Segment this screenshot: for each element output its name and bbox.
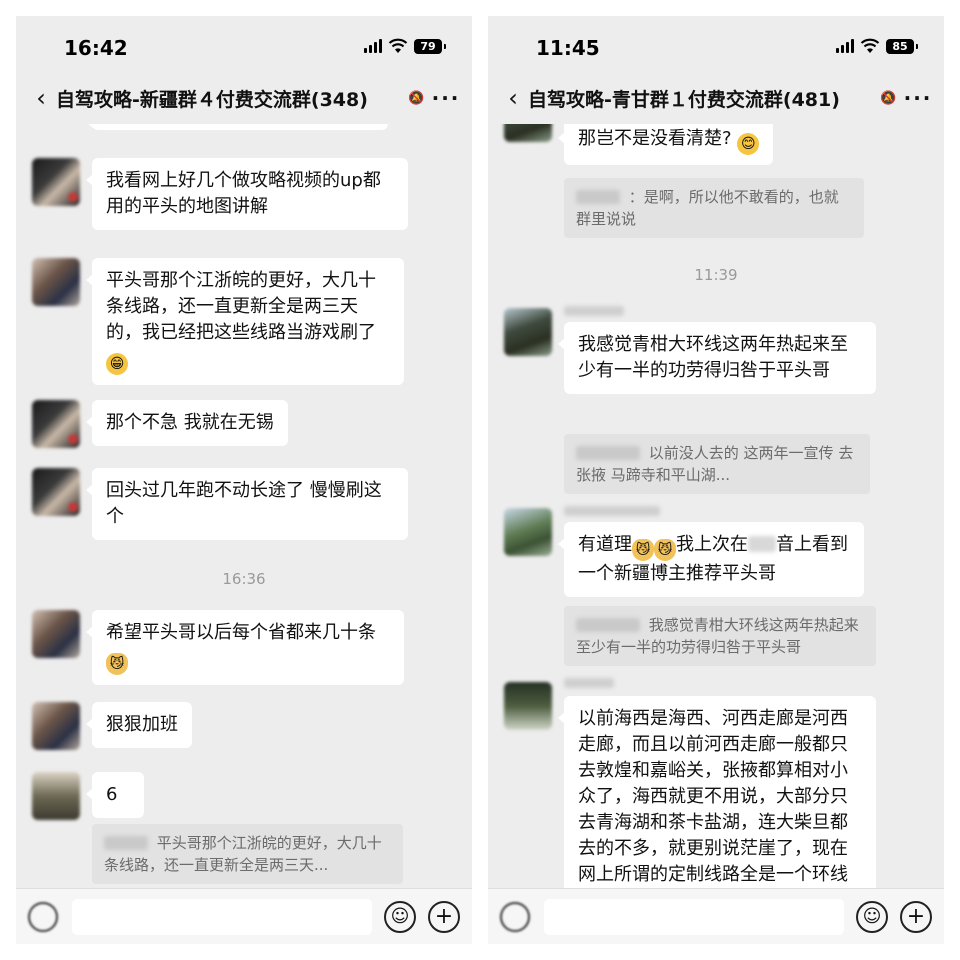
- wifi-icon: [388, 38, 408, 53]
- avatar[interactable]: [504, 508, 552, 556]
- cat-emoji-icon: 😼: [632, 539, 654, 561]
- status-bar: 16:42 79: [16, 16, 472, 76]
- blurred-nickname: [564, 306, 624, 316]
- emoji-button[interactable]: ☺: [856, 901, 888, 933]
- message-text: 那岂不是没看清楚?: [578, 128, 732, 149]
- message-bubble[interactable]: 我感觉青柑大环线这两年热起来至少有一半的功劳得归咎于平头哥: [558, 322, 876, 394]
- battery-icon: 85: [886, 38, 918, 54]
- message-input[interactable]: [544, 899, 844, 935]
- status-icons: 79: [364, 38, 446, 54]
- message-bubble[interactable]: 我看网上好几个做攻略视频的up都用的平头的地图讲解: [86, 158, 408, 230]
- smile-emoji-icon: 😊: [737, 133, 760, 155]
- avatar[interactable]: [504, 308, 552, 356]
- message-text: 希望平头哥以后每个省都来几十条: [106, 622, 376, 643]
- message-list[interactable]: 我看网上好几个做攻略视频的up都用的平头的地图讲解 平头哥那个江浙皖的更好，大几…: [16, 124, 472, 888]
- quoted-message[interactable]: ：是啊，所以他不敢看的，也就群里说说: [564, 178, 864, 238]
- avatar[interactable]: [32, 772, 80, 820]
- chat-title-bar: ‹ 自驾攻略-青甘群１付费交流群(481) 🔕 ···: [488, 76, 944, 120]
- quoted-message[interactable]: 我感觉青柑大环线这两年热起来至少有一半的功劳得归咎于平头哥: [564, 606, 876, 666]
- cat-emoji-icon: 😼: [106, 653, 128, 675]
- mute-icon: 🔕: [880, 90, 897, 106]
- status-bar: 11:45 85: [488, 16, 944, 76]
- timestamp: 11:39: [694, 266, 738, 284]
- cat-emoji-icon: 😼: [654, 539, 676, 561]
- message-bubble[interactable]: 平头哥那个江浙皖的更好，大几十条线路，还一直更新全是两三天的，我已经把这些线路当…: [86, 258, 404, 385]
- message-text: 我上次在: [676, 534, 748, 555]
- message-bubble[interactable]: 希望平头哥以后每个省都来几十条 😼: [86, 610, 404, 685]
- status-time: 16:42: [64, 36, 128, 60]
- signal-icon: [364, 39, 382, 53]
- plus-button[interactable]: +: [428, 901, 460, 933]
- back-icon[interactable]: ‹: [498, 84, 528, 112]
- timestamp: 16:36: [222, 570, 266, 588]
- phone-screen-left: 16:42 79 ‹ 自驾攻略-新疆群４付费交流群(348) 🔕 ··· 我看网…: [16, 16, 472, 944]
- message-bubble[interactable]: 有道理 😼 😼 我上次在 音上看到一个新疆博主推荐平头哥: [558, 522, 864, 597]
- voice-icon[interactable]: [28, 902, 58, 932]
- status-time: 11:45: [536, 36, 600, 60]
- message-text: 平头哥那个江浙皖的更好，大几十条线路，还一直更新全是两三天的，我已经把这些线路当…: [106, 270, 376, 343]
- quoted-message[interactable]: 以前没人去的 这两年一宣传 去张掖 马蹄寺和平山湖...: [564, 434, 870, 494]
- plus-button[interactable]: +: [900, 901, 932, 933]
- back-icon[interactable]: ‹: [26, 84, 56, 112]
- avatar[interactable]: [32, 468, 80, 516]
- grin-emoji-icon: 😁: [106, 353, 128, 375]
- more-options-icon[interactable]: ···: [896, 86, 940, 110]
- message-bubble[interactable]: 那岂不是没看清楚? 😊: [557, 124, 774, 165]
- voice-icon[interactable]: [500, 902, 530, 932]
- avatar[interactable]: [504, 124, 552, 142]
- message-bubble[interactable]: 那个不急 我就在无锡: [86, 400, 288, 446]
- message-text: 有道理: [578, 534, 632, 555]
- status-icons: 85: [836, 38, 918, 54]
- avatar[interactable]: [504, 682, 552, 730]
- avatar[interactable]: [32, 610, 80, 658]
- emoji-button[interactable]: ☺: [384, 901, 416, 933]
- blurred-nickname: [564, 678, 614, 688]
- message-bubble[interactable]: 6: [86, 772, 144, 818]
- mute-icon: 🔕: [408, 90, 425, 106]
- quoted-message[interactable]: 平头哥那个江浙皖的更好，大几十条线路，还一直更新全是两三天...: [92, 824, 403, 884]
- battery-icon: 79: [414, 38, 446, 54]
- input-bar: ☺ +: [16, 888, 472, 944]
- blurred-nickname: [564, 506, 660, 516]
- wifi-icon: [860, 38, 880, 53]
- avatar[interactable]: [32, 258, 80, 306]
- blurred-username: [104, 836, 148, 850]
- blurred-username: [576, 190, 620, 204]
- message-list[interactable]: 那岂不是没看清楚? 😊 ：是啊，所以他不敢看的，也就群里说说 11:39 我感觉…: [488, 124, 944, 888]
- more-options-icon[interactable]: ···: [424, 86, 468, 110]
- chat-title-bar: ‹ 自驾攻略-新疆群４付费交流群(348) 🔕 ···: [16, 76, 472, 120]
- blurred-word: [748, 536, 776, 552]
- avatar[interactable]: [32, 400, 80, 448]
- blurred-username: [576, 618, 640, 632]
- message-input[interactable]: [72, 899, 372, 935]
- message-bubble[interactable]: 回头过几年跑不动长途了 慢慢刷这个: [86, 468, 408, 540]
- input-bar: ☺ +: [488, 888, 944, 944]
- phone-screen-right: 11:45 85 ‹ 自驾攻略-青甘群１付费交流群(481) 🔕 ··· 那岂不…: [488, 16, 944, 944]
- message-bubble[interactable]: 以前海西是海西、河西走廊是河西走廊，而且以前河西走廊一般都只去敦煌和嘉峪关，张掖…: [558, 696, 876, 888]
- signal-icon: [836, 39, 854, 53]
- chat-title: 自驾攻略-青甘群１付费交流群(481): [528, 88, 840, 111]
- blurred-username: [576, 446, 640, 460]
- chat-title: 自驾攻略-新疆群４付费交流群(348): [56, 88, 368, 111]
- avatar[interactable]: [32, 158, 80, 206]
- message-bubble[interactable]: 狠狠加班: [86, 702, 192, 748]
- message-bubble[interactable]: [86, 124, 388, 130]
- avatar[interactable]: [32, 702, 80, 750]
